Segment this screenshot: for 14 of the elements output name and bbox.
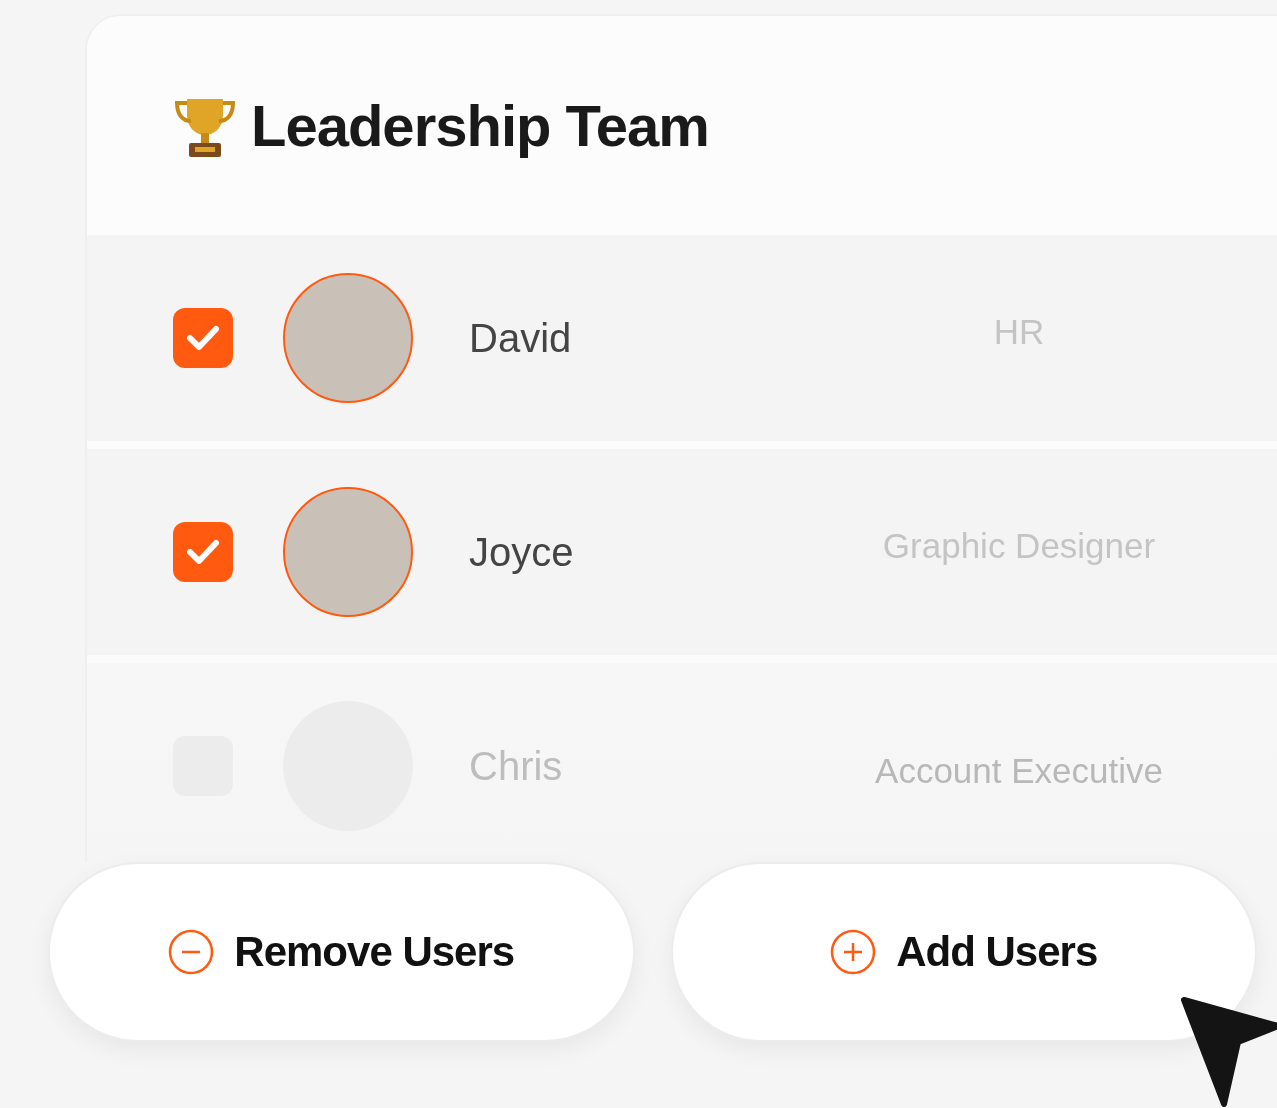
card-title: Leadership Team xyxy=(251,92,709,159)
check-icon xyxy=(186,539,220,565)
remove-users-button[interactable]: Remove Users xyxy=(48,862,635,1042)
check-icon xyxy=(186,325,220,351)
add-users-button[interactable]: Add Users xyxy=(670,862,1257,1042)
member-name: David xyxy=(469,315,573,361)
member-name: Chris xyxy=(469,743,564,789)
plus-circle-icon xyxy=(830,929,877,975)
member-name: Joyce xyxy=(469,529,575,575)
checkbox[interactable] xyxy=(173,522,233,582)
minus-circle-icon xyxy=(168,929,215,975)
cursor-icon xyxy=(1180,996,1277,1108)
checkbox[interactable] xyxy=(173,308,233,368)
member-role: Account Executive xyxy=(874,751,1164,791)
